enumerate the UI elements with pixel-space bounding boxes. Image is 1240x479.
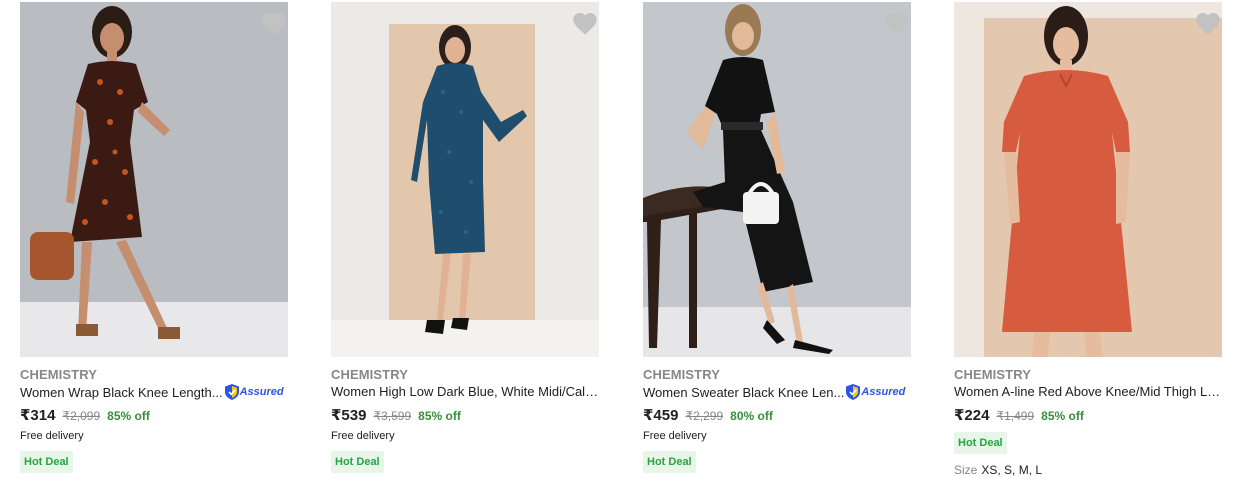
selling-price: ₹459	[643, 407, 679, 424]
original-price: ₹2,299	[685, 409, 724, 423]
heart-icon[interactable]	[260, 10, 288, 38]
heart-icon[interactable]	[1194, 10, 1222, 38]
discount-percent: 85% off	[418, 409, 461, 423]
price-row: ₹224 ₹1,499 85% off	[954, 406, 1084, 424]
original-price: ₹1,499	[996, 409, 1035, 423]
original-price: ₹2,099	[62, 409, 101, 423]
selling-price: ₹314	[20, 407, 56, 424]
assured-badge: Assured	[846, 384, 905, 400]
product-brand: CHEMISTRY	[954, 367, 1031, 382]
assured-badge: Assured	[224, 384, 284, 400]
product-image[interactable]	[954, 2, 1222, 357]
hot-deal-badge: Hot Deal	[954, 432, 1007, 454]
size-options: Size XS, S, M, L	[954, 463, 1042, 477]
size-label: Size	[954, 463, 978, 477]
hot-deal-badge: Hot Deal	[331, 451, 384, 473]
product-title[interactable]: Women Wrap Black Knee Length... Assured	[20, 384, 288, 400]
delivery-info: Free delivery	[643, 430, 707, 442]
shield-icon	[846, 384, 861, 400]
product-image[interactable]	[643, 2, 911, 357]
assured-label: Assured	[861, 386, 906, 398]
discount-percent: 85% off	[1041, 409, 1084, 423]
product-card[interactable]: CHEMISTRY Women High Low Dark Blue, Whit…	[331, 0, 599, 479]
original-price: ₹3,599	[373, 409, 412, 423]
delivery-info: Free delivery	[331, 430, 395, 442]
product-card[interactable]: CHEMISTRY Women Sweater Black Knee Len..…	[643, 0, 911, 479]
price-row: ₹539 ₹3,599 85% off	[331, 406, 461, 424]
product-title-text: Women A-line Red Above Knee/Mid Thigh Le…	[954, 384, 1222, 399]
product-card[interactable]: CHEMISTRY Women Wrap Black Knee Length..…	[20, 0, 288, 479]
heart-icon[interactable]	[571, 10, 599, 38]
price-row: ₹314 ₹2,099 85% off	[20, 406, 150, 424]
product-brand: CHEMISTRY	[331, 367, 408, 382]
product-brand: CHEMISTRY	[20, 367, 97, 382]
product-image[interactable]	[20, 2, 288, 357]
product-title-text: Women High Low Dark Blue, White Midi/Cal…	[331, 384, 599, 399]
size-values: XS, S, M, L	[981, 463, 1043, 477]
discount-percent: 80% off	[730, 409, 773, 423]
hot-deal-badge: Hot Deal	[20, 451, 73, 473]
product-title[interactable]: Women High Low Dark Blue, White Midi/Cal…	[331, 384, 599, 399]
product-card[interactable]: CHEMISTRY Women A-line Red Above Knee/Mi…	[954, 0, 1222, 479]
hot-deal-badge: Hot Deal	[643, 451, 696, 473]
heart-icon[interactable]	[883, 10, 911, 38]
product-title-text: Women Wrap Black Knee Length...	[20, 384, 223, 400]
product-brand: CHEMISTRY	[643, 367, 720, 382]
product-title-text: Women Sweater Black Knee Len...	[643, 384, 845, 400]
selling-price: ₹224	[954, 407, 990, 424]
product-title[interactable]: Women Sweater Black Knee Len... Assured	[643, 384, 911, 400]
product-image[interactable]	[331, 2, 599, 357]
price-row: ₹459 ₹2,299 80% off	[643, 406, 773, 424]
assured-label: Assured	[239, 386, 284, 398]
shield-icon	[224, 384, 239, 400]
product-title[interactable]: Women A-line Red Above Knee/Mid Thigh Le…	[954, 384, 1222, 399]
selling-price: ₹539	[331, 407, 367, 424]
discount-percent: 85% off	[107, 409, 150, 423]
delivery-info: Free delivery	[20, 430, 84, 442]
